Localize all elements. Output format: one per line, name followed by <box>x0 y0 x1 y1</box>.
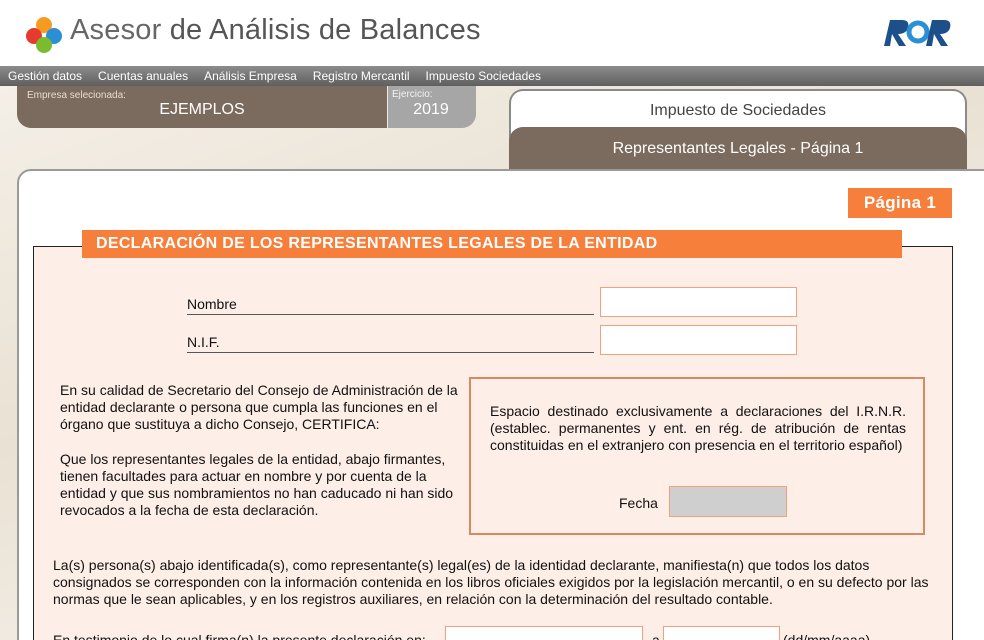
company-selector[interactable]: Empresa selecionada: EJEMPLOS <box>17 86 387 128</box>
menu-impuesto-sociedades[interactable]: Impuesto Sociedades <box>426 69 541 83</box>
lugar-input[interactable] <box>445 626 643 640</box>
menu-cuentas-anuales[interactable]: Cuentas anuales <box>98 69 188 83</box>
nombre-input[interactable] <box>600 287 797 317</box>
tab-representantes-legales[interactable]: Representantes Legales - Página 1 <box>509 127 967 169</box>
page-badge: Página 1 <box>848 188 952 218</box>
year-label: Ejercicio: <box>392 89 433 100</box>
section-title: DECLARACIÓN DE LOS REPRESENTANTES LEGALE… <box>82 230 902 258</box>
year-value: 2019 <box>413 101 449 118</box>
app-header: Asesor de Análisis de Balances <box>0 0 984 66</box>
menu-gestion-datos[interactable]: Gestión datos <box>8 69 82 83</box>
year-selector[interactable]: Ejercicio: 2019 <box>388 86 476 128</box>
testimonio-a: a <box>652 632 660 640</box>
nif-label: N.I.F. <box>187 334 594 353</box>
app-title-brand: Asesor <box>70 14 162 46</box>
menu-registro-mercantil[interactable]: Registro Mercantil <box>313 69 410 83</box>
manifestacion-text: La(s) persona(s) abajo identificada(s), … <box>53 557 929 607</box>
app-title-rest: de Análisis de Balances <box>161 14 481 46</box>
fecha-label: Fecha <box>619 495 658 511</box>
testimonio-text: En testimonio de lo cual firma(n) la pre… <box>53 632 426 640</box>
secretario-certifica-text: En su calidad de Secretario del Consejo … <box>60 382 458 432</box>
date-format-hint: (dd/mm/aaaa) <box>783 632 871 640</box>
company-value: EJEMPLOS <box>159 101 245 118</box>
menu-analisis-empresa[interactable]: Análisis Empresa <box>204 69 297 83</box>
fecha-input[interactable] <box>669 486 787 517</box>
irnr-text: Espacio destinado exclusivamente a decla… <box>490 403 906 453</box>
brand-logo-icon <box>884 20 951 46</box>
app-logo-icon <box>26 17 62 53</box>
main-menu: Gestión datos Cuentas anuales Análisis E… <box>0 66 984 86</box>
facultades-text: Que los representantes legales de la ent… <box>60 451 454 518</box>
fecha-firma-input[interactable] <box>663 626 780 640</box>
irnr-box: Espacio destinado exclusivamente a decla… <box>469 377 925 535</box>
tab-representantes-legales-label: Representantes Legales - Página 1 <box>612 140 864 157</box>
company-label: Empresa selecionada: <box>27 90 126 101</box>
nif-input[interactable] <box>600 325 797 355</box>
tab-impuesto-sociedades-label: Impuesto de Sociedades <box>649 102 827 119</box>
nombre-label: Nombre <box>187 296 594 315</box>
app-title: Asesor de Análisis de Balances <box>70 14 481 47</box>
